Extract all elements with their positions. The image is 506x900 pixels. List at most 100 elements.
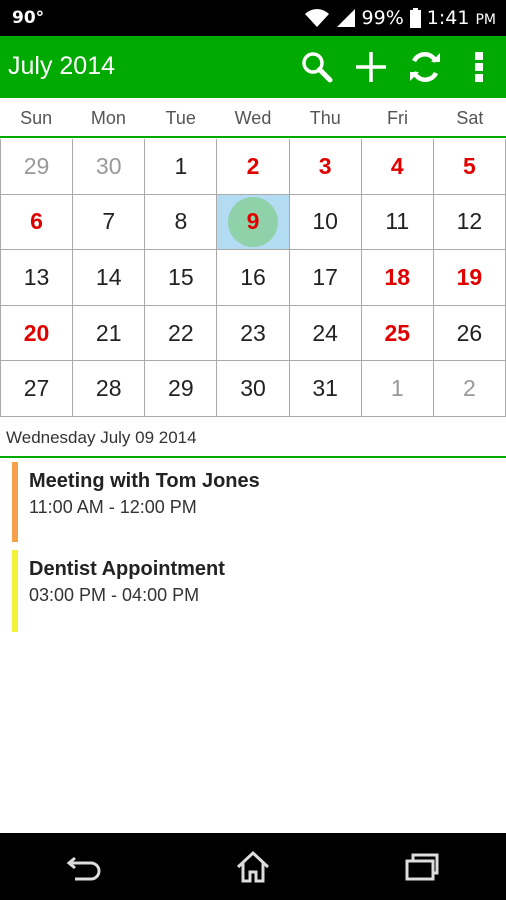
status-temperature: 90°: [12, 8, 45, 28]
day-cell[interactable]: 14: [73, 250, 146, 306]
day-cell[interactable]: 4: [361, 139, 434, 195]
day-cell[interactable]: 29: [145, 361, 218, 417]
day-number: 29: [23, 152, 50, 179]
search-icon[interactable]: [290, 36, 344, 98]
event-color-bar: [12, 550, 18, 632]
day-cell[interactable]: 3: [289, 139, 362, 195]
day-cell[interactable]: 16: [217, 250, 290, 306]
day-cell[interactable]: 10: [289, 194, 362, 251]
day-cell[interactable]: 15: [145, 250, 218, 306]
day-cell[interactable]: 26: [433, 305, 506, 362]
overflow-menu-icon[interactable]: [452, 36, 506, 98]
day-number: 15: [168, 263, 194, 290]
day-cell-selected[interactable]: 9: [217, 194, 290, 251]
day-cell[interactable]: 25: [361, 305, 434, 362]
day-cell[interactable]: 23: [217, 305, 290, 362]
day-number: 22: [168, 319, 194, 346]
day-number: 14: [95, 263, 122, 290]
day-cell[interactable]: 20: [1, 305, 74, 362]
weekday-header: Sun Mon Tue Wed Thu Fri Sat: [0, 98, 506, 138]
day-number: 25: [384, 319, 411, 346]
day-number: 30: [95, 152, 122, 179]
day-number: 24: [312, 319, 338, 346]
weekday-mon: Mon: [90, 108, 126, 128]
day-number: 23: [240, 319, 266, 346]
battery-percent: 99%: [361, 7, 404, 29]
day-cell[interactable]: 17: [289, 250, 362, 306]
day-number: 29: [168, 375, 194, 402]
day-number: 6: [30, 208, 43, 235]
day-number: 26: [456, 319, 483, 346]
day-cell[interactable]: 13: [1, 250, 74, 306]
wifi-icon: [304, 8, 330, 28]
day-cell[interactable]: 7: [73, 194, 146, 251]
event-item[interactable]: Meeting with Tom Jones 11:00 AM - 12:00 …: [12, 462, 492, 542]
navigation-bar: [0, 833, 506, 900]
event-time: 03:00 PM - 04:00 PM: [29, 585, 200, 605]
day-cell[interactable]: 11: [361, 194, 434, 251]
day-cell[interactable]: 8: [145, 194, 218, 251]
day-number: 13: [23, 263, 50, 290]
day-number: 1: [174, 152, 188, 179]
home-icon[interactable]: [208, 837, 298, 897]
day-cell[interactable]: 2: [217, 139, 290, 195]
month-title[interactable]: July 2014: [8, 52, 115, 81]
day-cell[interactable]: 31: [289, 361, 362, 417]
day-number: 9: [246, 208, 260, 235]
calendar-grid: 29 30 1 2 3 4 5 6 7 8 9 10 11 12 13 14 15 16 17 18 19 20 21 22 2…: [0, 139, 506, 417]
battery-icon: [409, 8, 421, 28]
weekday-tue: Tue: [165, 108, 196, 128]
status-right: 99% 1:41 PM: [304, 6, 496, 30]
day-cell[interactable]: 18: [361, 250, 434, 306]
day-number: 28: [95, 375, 122, 402]
day-cell[interactable]: 21: [73, 305, 146, 362]
day-number: 21: [95, 319, 122, 346]
day-number: 4: [390, 152, 404, 179]
day-number: 8: [174, 208, 188, 235]
day-cell[interactable]: 27: [1, 361, 74, 417]
event-title: Dentist Appointment: [29, 558, 225, 580]
day-cell[interactable]: 24: [289, 305, 362, 362]
day-cell[interactable]: 1: [145, 139, 218, 195]
day-number: 2: [463, 375, 476, 402]
day-number: 17: [312, 263, 338, 290]
day-number: 31: [312, 375, 338, 402]
day-cell[interactable]: 6: [1, 194, 74, 251]
weekday-wed: Wed: [234, 108, 272, 128]
day-cell[interactable]: 29: [1, 139, 74, 195]
day-number: 19: [456, 263, 483, 290]
day-number: 11: [385, 208, 410, 235]
day-cell[interactable]: 12: [433, 194, 506, 251]
weekday-sat: Sat: [456, 108, 484, 128]
day-number: 3: [318, 152, 332, 179]
day-cell[interactable]: 19: [433, 250, 506, 306]
day-cell[interactable]: 1: [361, 361, 434, 417]
day-cell[interactable]: 28: [73, 361, 146, 417]
day-number: 27: [23, 375, 50, 402]
weekday-sun: Sun: [20, 108, 53, 128]
event-time: 11:00 AM - 12:00 PM: [29, 497, 197, 517]
day-number: 20: [23, 319, 50, 346]
clock: 1:41 PM: [426, 7, 496, 29]
day-number: 10: [312, 208, 338, 235]
selected-date-header: Wednesday July 09 2014: [0, 418, 506, 458]
day-number: 16: [240, 263, 266, 290]
day-number: 12: [456, 208, 483, 235]
day-cell[interactable]: 5: [433, 139, 506, 195]
day-cell[interactable]: 2: [433, 361, 506, 417]
weekday-fri: Fri: [387, 108, 409, 128]
app-bar: July 2014: [0, 36, 506, 98]
event-color-bar: [12, 462, 18, 542]
app-actions: [290, 36, 506, 98]
refresh-icon[interactable]: [398, 36, 452, 98]
day-cell[interactable]: 22: [145, 305, 218, 362]
day-cell[interactable]: 30: [217, 361, 290, 417]
day-number: 30: [240, 375, 266, 402]
add-icon[interactable]: [344, 36, 398, 98]
recents-icon[interactable]: [377, 837, 467, 897]
day-number: 18: [384, 263, 411, 290]
day-number: 5: [463, 152, 476, 179]
day-cell[interactable]: 30: [73, 139, 146, 195]
back-icon[interactable]: [39, 837, 129, 897]
event-item[interactable]: Dentist Appointment 03:00 PM - 04:00 PM: [12, 550, 492, 632]
